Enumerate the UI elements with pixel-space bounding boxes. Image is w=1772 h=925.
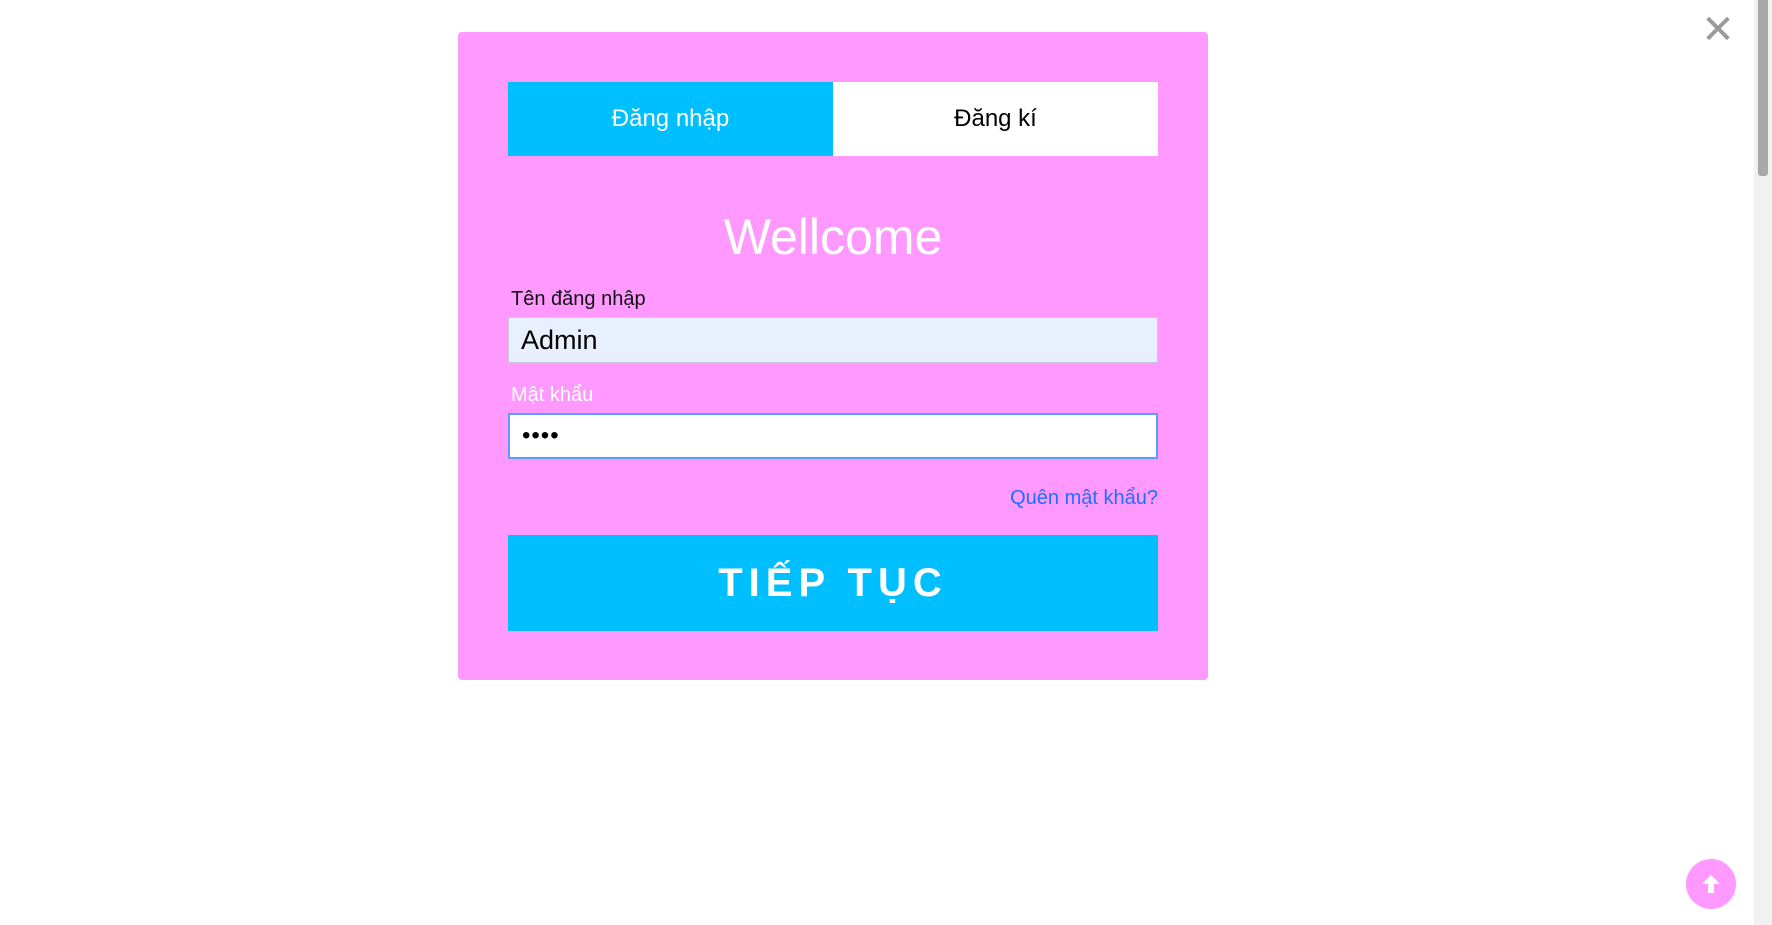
arrow-up-circle-icon bbox=[1702, 875, 1720, 893]
scrollbar[interactable] bbox=[1754, 0, 1772, 925]
login-modal: Đăng nhập Đăng kí Wellcome Tên đăng nhập… bbox=[458, 32, 1208, 680]
page: Đăng nhập Đăng kí Wellcome Tên đăng nhập… bbox=[0, 0, 1772, 925]
username-label: Tên đăng nhập bbox=[511, 288, 646, 310]
close-icon[interactable]: ✕ bbox=[1700, 10, 1736, 50]
password-label: Mật khẩu bbox=[511, 384, 594, 406]
password-field[interactable] bbox=[508, 413, 1158, 459]
continue-button[interactable]: TIẾP TỤC bbox=[508, 535, 1158, 631]
auth-tabs: Đăng nhập Đăng kí bbox=[508, 82, 1158, 156]
tab-register[interactable]: Đăng kí bbox=[833, 82, 1158, 156]
welcome-heading: Wellcome bbox=[723, 209, 943, 265]
back-to-top-button[interactable] bbox=[1686, 859, 1736, 909]
scrollbar-thumb[interactable] bbox=[1758, 0, 1768, 176]
username-field[interactable] bbox=[508, 317, 1158, 363]
tab-login[interactable]: Đăng nhập bbox=[508, 82, 833, 156]
forgot-password-link[interactable]: Quên mật khẩu? bbox=[1010, 487, 1158, 510]
